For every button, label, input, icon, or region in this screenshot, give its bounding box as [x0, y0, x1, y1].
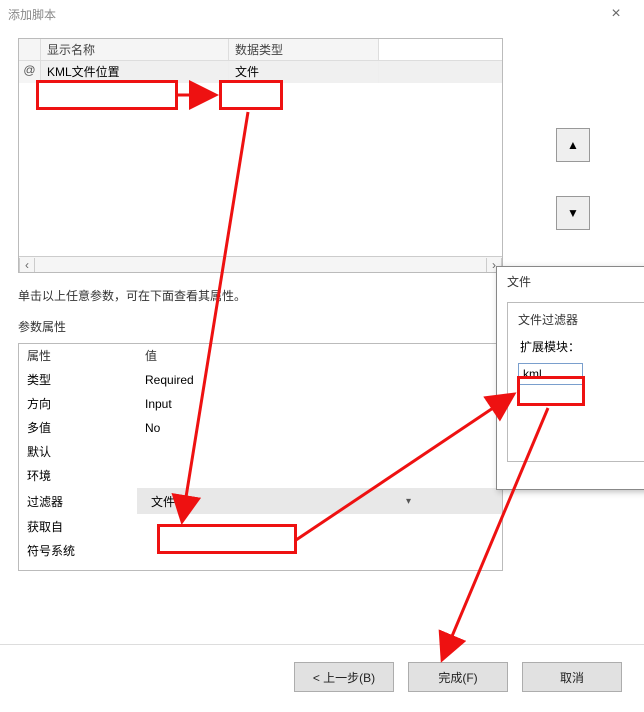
param-label: 类型	[19, 368, 137, 392]
param-value[interactable]: Required	[137, 368, 502, 392]
param-value[interactable]	[137, 464, 502, 488]
param-label: 方向	[19, 392, 137, 416]
param-row-symbol[interactable]: 符号系统	[19, 539, 502, 563]
params-header-attr: 属性	[19, 344, 137, 368]
cancel-button[interactable]: 取消	[522, 662, 622, 692]
close-icon[interactable]: ×	[596, 5, 636, 23]
param-value[interactable]	[137, 440, 502, 464]
extension-input[interactable]	[518, 363, 583, 385]
move-down-button[interactable]: ▼	[556, 196, 590, 230]
grid-row[interactable]: @ KML文件位置 文件	[19, 61, 502, 83]
param-row-from[interactable]: 获取自	[19, 515, 502, 539]
grid-cell-type[interactable]: 文件	[229, 61, 379, 83]
param-row-default[interactable]: 默认	[19, 440, 502, 464]
param-label: 获取自	[19, 515, 137, 539]
grid-scrollbar[interactable]: ‹ ›	[19, 256, 502, 272]
param-label: 环境	[19, 464, 137, 488]
param-row-filter[interactable]: 过滤器 文件 ▾	[19, 488, 502, 515]
param-value[interactable]: Input	[137, 392, 502, 416]
grid-header-name[interactable]: 显示名称	[41, 39, 229, 60]
param-filter-cell[interactable]: 文件 ▾	[137, 488, 502, 515]
file-filter-popup: 文件 文件过滤器 扩展模块：	[496, 266, 644, 490]
param-row-env[interactable]: 环境	[19, 464, 502, 488]
param-label: 符号系统	[19, 539, 137, 563]
popup-title: 文件	[507, 273, 644, 296]
scroll-left-icon[interactable]: ‹	[19, 258, 35, 272]
grid-cell-name[interactable]: KML文件位置	[41, 61, 229, 83]
chevron-down-icon: ▾	[406, 496, 411, 507]
params-header-val: 值	[137, 344, 502, 368]
param-label: 多值	[19, 416, 137, 440]
param-value[interactable]: No	[137, 416, 502, 440]
popup-ext-label: 扩展模块：	[520, 338, 634, 355]
move-up-button[interactable]: ▲	[556, 128, 590, 162]
parameters-grid[interactable]: 显示名称 数据类型 @ KML文件位置 文件 ‹ ›	[18, 38, 503, 273]
param-value[interactable]	[137, 539, 502, 563]
param-value[interactable]	[137, 515, 502, 539]
grid-header: 显示名称 数据类型	[19, 39, 502, 61]
arrow-up-icon: ▲	[567, 138, 579, 152]
grid-row-marker: @	[19, 61, 41, 83]
filter-combobox-value: 文件	[151, 493, 175, 510]
param-label: 默认	[19, 440, 137, 464]
filter-combobox[interactable]: 文件 ▾	[145, 491, 415, 511]
finish-button[interactable]: 完成(F)	[408, 662, 508, 692]
grid-header-type[interactable]: 数据类型	[229, 39, 379, 60]
back-button[interactable]: < 上一步(B)	[294, 662, 394, 692]
param-row-multi[interactable]: 多值 No	[19, 416, 502, 440]
arrow-down-icon: ▼	[567, 206, 579, 220]
divider	[0, 644, 644, 645]
popup-subtitle: 文件过滤器	[518, 311, 634, 328]
params-properties-box: 属性 值 类型 Required 方向 Input 多值 No 默认 环境	[18, 343, 503, 571]
window-title: 添加脚本	[8, 6, 596, 23]
param-label: 过滤器	[19, 488, 137, 515]
param-row-dir[interactable]: 方向 Input	[19, 392, 502, 416]
param-row-type[interactable]: 类型 Required	[19, 368, 502, 392]
wizard-button-bar: < 上一步(B) 完成(F) 取消	[0, 662, 644, 692]
params-table: 属性 值 类型 Required 方向 Input 多值 No 默认 环境	[19, 344, 502, 563]
params-header-row: 属性 值	[19, 344, 502, 368]
popup-inner: 文件过滤器 扩展模块：	[507, 302, 644, 462]
window-titlebar: 添加脚本 ×	[0, 0, 644, 28]
